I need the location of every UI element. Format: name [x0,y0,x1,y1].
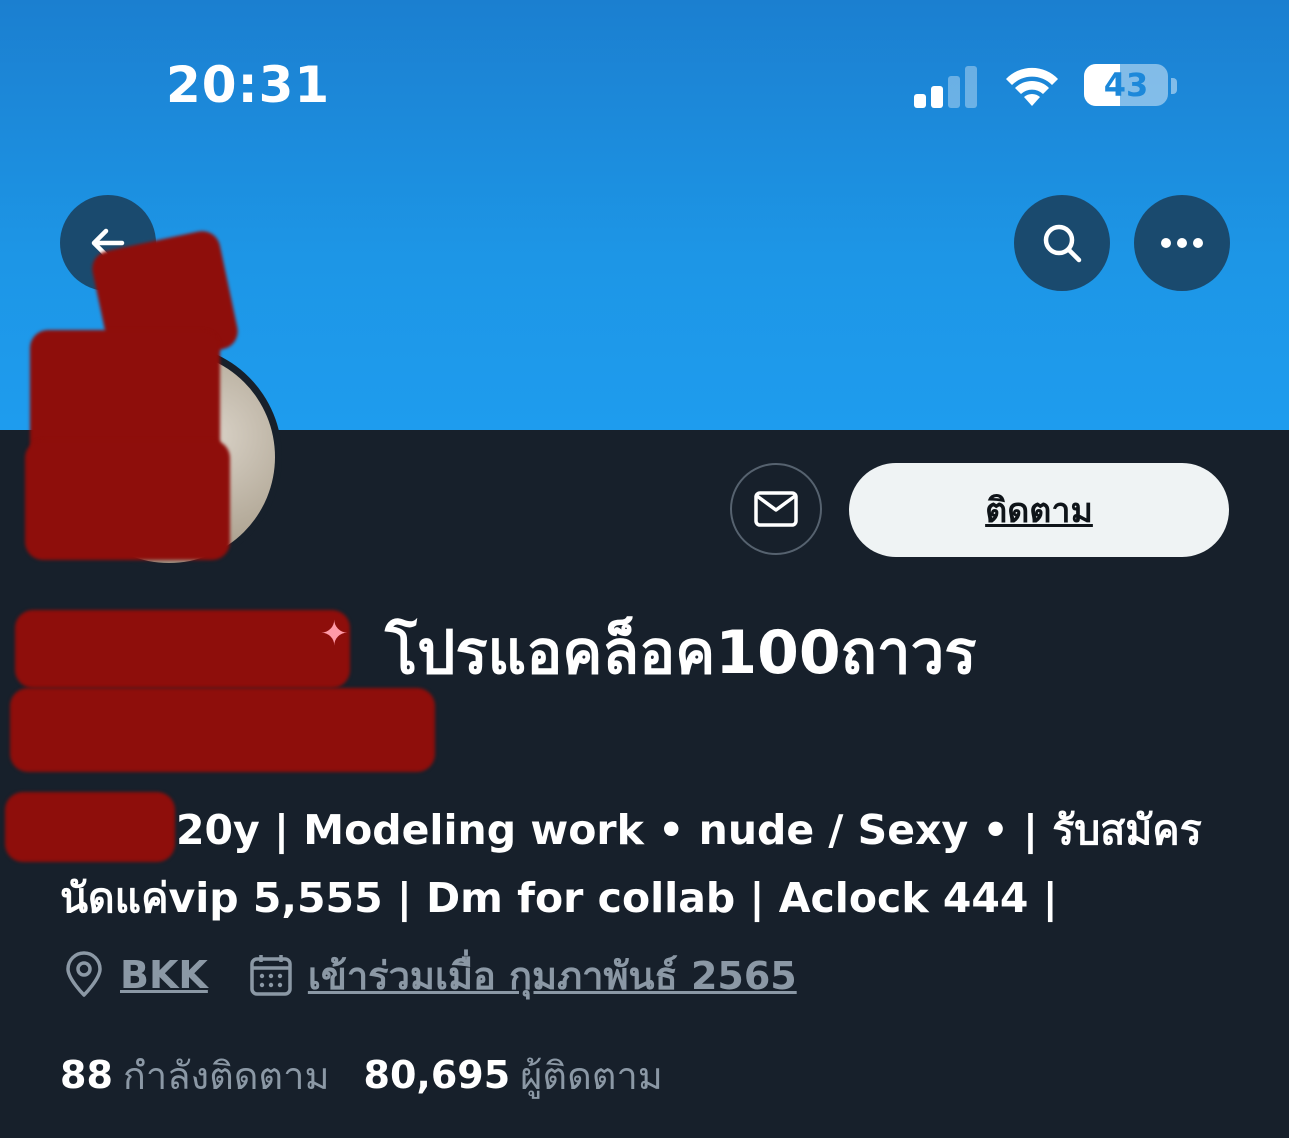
follow-button[interactable]: ติดตาม [849,463,1229,557]
joined-date[interactable]: เข้าร่วมเมื่อ กุมภาพันธ์ 2565 [308,945,797,1006]
followers-count[interactable]: 80,695 [364,1053,511,1097]
profile-bio: 20y | Modeling work • nude / Sexy • | รั… [60,796,1210,932]
battery-level: 43 [1103,66,1149,104]
battery-icon: 43 [1084,64,1168,106]
calendar-icon [250,955,292,996]
battery-cap [1171,78,1177,94]
followers-label[interactable]: ผู้ติดตาม [520,1045,663,1106]
search-icon [1043,224,1082,263]
bio-line: 20y | Modeling work • nude / Sexy • | รั… [176,806,1202,854]
location-pin-icon [66,951,102,997]
follow-stats: 88 กำลังติดตาม 80,695 ผู้ติดตาม [60,1045,663,1105]
status-time: 20:31 [166,56,331,114]
following-count[interactable]: 88 [60,1053,113,1097]
more-button[interactable] [1134,195,1230,291]
following-label[interactable]: กำลังติดตาม [123,1045,330,1106]
redaction-mark [10,688,435,772]
search-button[interactable] [1014,195,1110,291]
wifi-icon [1002,62,1062,108]
redaction-mark [15,610,350,688]
location-link[interactable]: BKK [120,953,208,997]
display-name: โปรแอคล็อค100ถาวร [385,618,977,688]
bio-line: นัดแค่vip 5,555 | Dm for collab | Aclock… [60,874,1058,922]
sparkle-icon: ✦ [320,614,349,654]
more-horizontal-icon [1161,238,1203,248]
signal-icon [914,64,984,108]
mail-icon [754,491,798,527]
message-button[interactable] [730,463,822,555]
profile-meta: BKK เข้าร่วมเมื่อ กุมภาพันธ์ 2565 [62,945,797,1005]
redaction-mark [25,440,230,560]
